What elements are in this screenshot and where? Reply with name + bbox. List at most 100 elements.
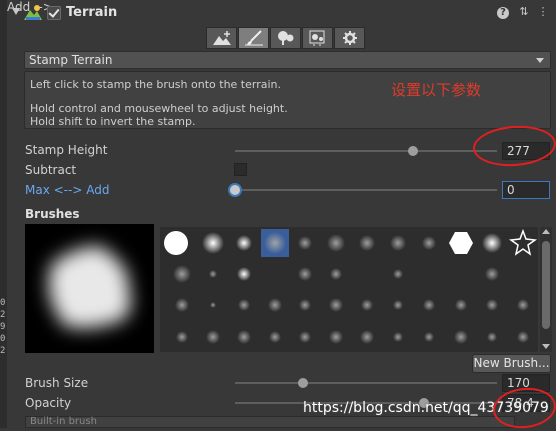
brush-splat[interactable] [327,234,345,252]
max-add-slider-thumb[interactable] [230,185,240,195]
brush-texture[interactable] [206,330,220,344]
brush-soft-dim[interactable] [173,265,191,283]
collapse-arrow-icon[interactable] [12,8,20,15]
opacity-label: Opacity [25,396,72,410]
brush-splat[interactable] [390,235,406,251]
paint-brush-icon [244,30,263,46]
terrain-tools-toolbar [206,27,366,49]
brush-size-label: Brush Size [25,376,89,390]
scroll-down-arrow-icon[interactable] [542,344,550,349]
brush-texture[interactable] [238,299,250,311]
context-menu-icon[interactable]: ⋮ [536,5,550,19]
brush-soft-small[interactable] [236,235,252,251]
annotation-text: 设置以下参数 [391,81,482,99]
stamp-height-slider-thumb[interactable] [408,146,419,156]
brush-texture[interactable] [299,331,311,343]
component-title: Terrain [66,5,118,20]
new-brush-button[interactable]: New Brush... [472,354,551,373]
brush-splat[interactable] [359,235,375,251]
brush-texture[interactable] [210,302,216,308]
brush-size-slider[interactable] [235,382,497,384]
terrain-component-icon [24,5,42,20]
built-in-brush-row: Built-in brush [25,416,515,428]
brush-preview [25,224,154,353]
tree-icon [277,31,293,45]
brush-texture[interactable] [330,268,342,280]
left-edge-strip: 0 2 9 0 2 [0,0,7,428]
brush-star[interactable] [508,228,538,256]
terrain-mode-dropdown[interactable]: Stamp Terrain [24,51,551,69]
terrain-settings-tool[interactable] [334,27,365,49]
raise-terrain-tool[interactable] [206,27,237,49]
brush-texture[interactable] [454,330,468,344]
terrain-inspector: Terrain ? ⇅ ⋮ Stamp Terrain Left click t… [7,0,556,431]
help-line: Hold control and mousewheel to adjust he… [30,102,288,115]
brush-texture[interactable] [209,270,217,278]
edge-char: 9 [0,322,6,332]
scrollbar-thumb[interactable] [542,241,550,329]
edge-char: 0 [0,334,6,344]
details-icon [309,30,324,46]
brush-size-slider-thumb[interactable] [298,378,309,388]
scroll-up-arrow-icon[interactable] [542,229,550,234]
brush-texture[interactable] [329,330,343,344]
preset-settings-icon[interactable]: ⇅ [517,5,531,19]
annotation-circle [471,123,556,169]
raise-terrain-icon [212,31,231,45]
brush-texture[interactable] [455,299,467,311]
brushes-heading: Brushes [25,207,80,221]
max-add-field[interactable]: 0 [502,181,550,199]
brush-texture[interactable] [268,298,282,312]
paint-trees-tool[interactable] [270,27,301,49]
brush-texture[interactable] [175,298,189,312]
edge-char: 2 [0,346,6,356]
brush-texture[interactable] [423,299,435,311]
brush-texture[interactable] [237,330,251,344]
help-icon[interactable]: ? [497,7,509,19]
brush-texture[interactable] [487,332,497,342]
subtract-label: Subtract [25,163,77,177]
max-add-label: Max <--> Add [25,183,110,197]
enabled-checkbox[interactable] [47,6,61,20]
dropdown-value: Stamp Terrain [29,53,113,67]
brush-splat[interactable] [422,236,436,250]
gear-icon [342,31,357,45]
cloud-brush-preview-image [49,246,131,328]
chevron-down-icon [536,58,544,63]
brush-cloud [264,232,286,254]
brush-hard-round[interactable] [164,231,188,255]
brush-starburst[interactable] [482,233,502,253]
max-add-slider[interactable] [235,189,497,191]
help-line: Hold shift to invert the stamp. [30,115,196,128]
brush-texture[interactable] [329,298,343,312]
brush-texture[interactable] [298,267,312,281]
brush-texture[interactable] [485,267,499,281]
paint-terrain-tool[interactable] [238,27,269,49]
stamp-height-label: Stamp Height [25,143,108,157]
stamp-height-slider[interactable] [235,150,497,152]
brush-soft-round[interactable] [202,232,224,254]
brush-grid-svg [164,228,538,344]
subtract-checkbox[interactable] [234,163,247,176]
brush-texture[interactable] [299,299,311,311]
edge-char: 2 [0,310,6,320]
brush-bright[interactable] [237,267,251,281]
brush-texture[interactable] [393,300,403,310]
component-header[interactable]: Terrain ? ⇅ ⋮ [7,2,556,24]
brush-texture[interactable] [424,332,434,342]
brush-grid [160,227,538,352]
brush-texture[interactable] [176,331,188,343]
brush-texture[interactable] [517,331,529,343]
brush-texture[interactable] [517,299,529,311]
brush-hexagon[interactable] [449,232,473,254]
brush-texture[interactable] [486,299,498,311]
brush-texture[interactable] [360,330,374,344]
help-line: Left click to stamp the brush onto the t… [30,78,281,91]
paint-details-tool[interactable] [302,27,333,49]
edge-char: 0 [0,298,6,308]
brush-texture[interactable] [393,332,403,342]
brush-splat[interactable] [298,236,312,250]
brush-texture[interactable] [361,299,373,311]
brush-texture[interactable] [269,331,281,343]
brush-texture[interactable] [393,269,403,279]
